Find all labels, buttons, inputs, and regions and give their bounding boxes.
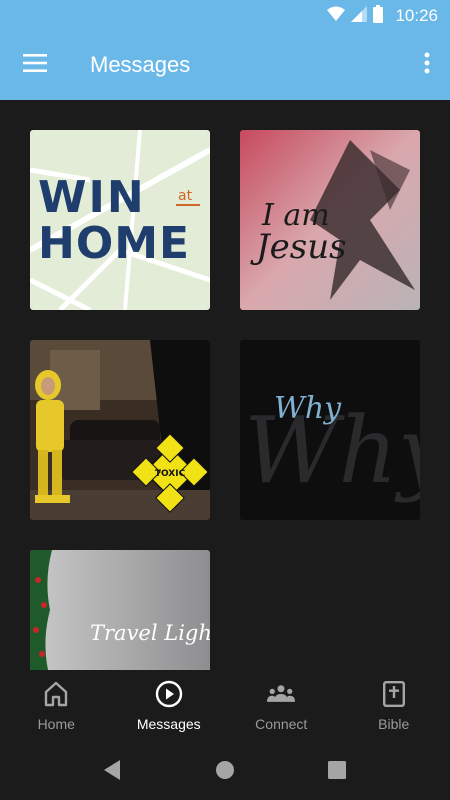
why-artwork: Why Why — [240, 340, 420, 520]
app-bar: Messages — [0, 30, 450, 100]
series-card-win-at-home[interactable]: WIN at HOME — [30, 130, 210, 310]
nav-label-messages: Messages — [136, 716, 201, 732]
series-card-travel-light[interactable]: Travel Light — [30, 550, 210, 670]
play-circle-icon — [155, 680, 183, 708]
status-icons: 10:26 — [327, 4, 438, 28]
series-card-i-am-jesus[interactable]: I am Jesus — [240, 130, 420, 310]
battery-icon — [373, 4, 384, 28]
system-home-button[interactable] — [211, 758, 239, 786]
series-card-why[interactable]: Why Why — [240, 340, 420, 520]
group-icon — [267, 680, 296, 708]
status-bar: 10:26 — [0, 0, 450, 30]
system-recents-button[interactable] — [323, 758, 351, 786]
back-triangle-icon — [102, 759, 122, 786]
win-at-home-artwork: WIN at HOME — [30, 130, 210, 310]
system-navigation — [0, 744, 450, 800]
card-title: Travel Light — [90, 621, 210, 645]
cell-signal-icon — [351, 5, 368, 27]
card-title-line2: Jesus — [250, 227, 347, 267]
nav-item-home[interactable]: Home — [0, 670, 113, 744]
recents-square-icon — [327, 760, 347, 785]
toxic-badge: TOXIC — [155, 469, 186, 479]
wifi-icon — [327, 6, 346, 27]
card-title-line1: WIN — [38, 172, 146, 223]
page-title: Messages — [90, 52, 191, 77]
nav-item-connect[interactable]: Connect — [225, 670, 338, 744]
toxic-artwork: TOXIC — [30, 340, 210, 520]
travel-light-artwork: Travel Light — [30, 550, 210, 670]
card-title-at: at — [178, 188, 193, 204]
message-grid: WIN at HOME I am Jesus TOXIC Wh Why Trav… — [0, 100, 450, 670]
overflow-menu-button[interactable] — [414, 44, 440, 86]
bottom-navigation: Home Messages Connect Bible — [0, 670, 450, 744]
nav-label-connect: Connect — [255, 716, 308, 732]
i-am-jesus-artwork: I am Jesus — [240, 130, 420, 310]
more-vertical-icon — [424, 52, 430, 79]
card-title: Why — [274, 391, 342, 426]
nav-label-home: Home — [37, 716, 75, 732]
nav-label-bible: Bible — [378, 716, 410, 732]
bible-icon — [380, 680, 408, 708]
home-icon — [42, 680, 70, 708]
nav-item-messages[interactable]: Messages — [113, 670, 226, 744]
system-back-button[interactable] — [98, 758, 126, 786]
status-time: 10:26 — [395, 6, 438, 25]
menu-button[interactable] — [14, 44, 56, 86]
home-circle-icon — [215, 760, 235, 785]
card-title-line2: HOME — [38, 218, 190, 269]
hamburger-icon — [23, 53, 47, 77]
nav-item-bible[interactable]: Bible — [338, 670, 450, 744]
series-card-toxic[interactable]: TOXIC — [30, 340, 210, 520]
